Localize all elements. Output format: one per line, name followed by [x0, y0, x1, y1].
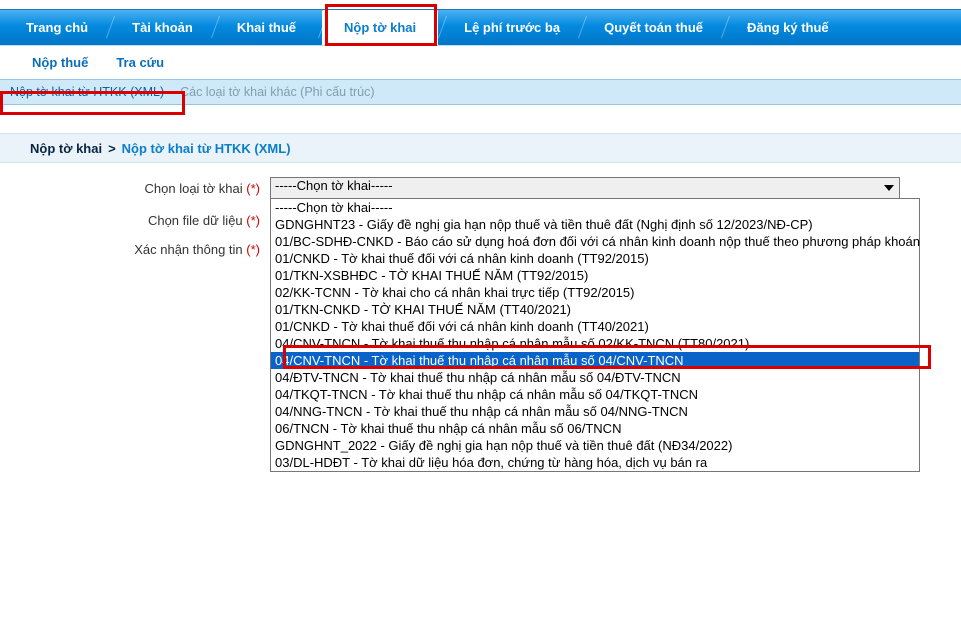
- breadcrumb: Nộp tờ khai > Nộp tờ khai từ HTKK (XML): [0, 133, 961, 163]
- nav-label: Trang chủ: [26, 20, 88, 35]
- nav-khaithue[interactable]: Khai thuế: [215, 10, 318, 45]
- sub-nav: Nộp thuế Tra cứu: [0, 45, 961, 79]
- row-select: Chọn loại tờ khai (*) -----Chọn tờ khai-…: [30, 177, 961, 199]
- required-mark: (*): [246, 242, 260, 257]
- nav-label: Đăng ký thuế: [747, 20, 829, 35]
- nav-label: Lệ phí trước bạ: [464, 20, 560, 35]
- dropdown-option[interactable]: 01/CNKD - Tờ khai thuế đối với cá nhân k…: [271, 318, 919, 335]
- dropdown-declaration-type[interactable]: -----Chọn tờ khai-----GDNGHNT23 - Giấy đ…: [270, 198, 920, 472]
- dropdown-option[interactable]: GDNGHNT23 - Giấy đề nghị gia hạn nộp thu…: [271, 216, 919, 233]
- required-mark: (*): [246, 213, 260, 228]
- nav-label: Khai thuế: [237, 20, 296, 35]
- nav-lephitruocba[interactable]: Lệ phí trước bạ: [442, 10, 582, 45]
- dropdown-option[interactable]: 01/TKN-XSBHĐC - TỜ KHAI THUẾ NĂM (TT92/2…: [271, 267, 919, 284]
- label-select: Chọn loại tờ khai (*): [30, 181, 270, 196]
- required-mark: (*): [246, 181, 260, 196]
- subnav-tracuu[interactable]: Tra cứu: [102, 46, 178, 79]
- label-file: Chọn file dữ liệu (*): [30, 213, 270, 228]
- subnav-nopthue[interactable]: Nộp thuế: [18, 46, 102, 79]
- label-select-text: Chọn loại tờ khai: [145, 181, 243, 196]
- subsub-bar: Nộp tờ khai từ HTKK (XML) Các loại tờ kh…: [0, 79, 961, 105]
- nav-quyettoanthue[interactable]: Quyết toán thuế: [582, 10, 725, 45]
- dropdown-option[interactable]: 04/TKQT-TNCN - Tờ khai thuế thu nhập cá …: [271, 386, 919, 403]
- dropdown-option[interactable]: 04/CNV-TNCN - Tờ khai thuế thu nhập cá n…: [271, 352, 919, 369]
- dropdown-option[interactable]: 01/BC-SDHĐ-CNKD - Báo cáo sử dụng hoá đơ…: [271, 233, 919, 250]
- nav-account[interactable]: Tài khoản: [110, 10, 215, 45]
- nav-label: Quyết toán thuế: [604, 20, 703, 35]
- dropdown-option[interactable]: 04/NNG-TNCN - Tờ khai thuế thu nhập cá n…: [271, 403, 919, 420]
- subsub-other[interactable]: Các loại tờ khai khác (Phi cấu trúc): [172, 85, 382, 99]
- subsub-htkk-xml[interactable]: Nộp tờ khai từ HTKK (XML): [2, 85, 172, 99]
- nav-dangkythue[interactable]: Đăng ký thuế: [725, 10, 851, 45]
- breadcrumb-root: Nộp tờ khai: [30, 141, 102, 156]
- dropdown-option[interactable]: 03/DL-HDĐT - Tờ khai dữ liệu hóa đơn, ch…: [271, 454, 919, 471]
- dropdown-option[interactable]: 01/CNKD - Tờ khai thuế đối với cá nhân k…: [271, 250, 919, 267]
- breadcrumb-sep: >: [102, 141, 122, 156]
- label-file-text: Chọn file dữ liệu: [148, 213, 243, 228]
- label-confirm-text: Xác nhận thông tin: [134, 242, 242, 257]
- nav-home[interactable]: Trang chủ: [4, 10, 110, 45]
- dropdown-option[interactable]: 02/KK-TCNN - Tờ khai cho cá nhân khai tr…: [271, 284, 919, 301]
- dropdown-option[interactable]: 06/TNCN - Tờ khai thuế thu nhập cá nhân …: [271, 420, 919, 437]
- label-confirm: Xác nhận thông tin (*): [30, 242, 270, 257]
- dropdown-option[interactable]: 04/CNV-TNCN - Tờ khai thuế thu nhập cá n…: [271, 335, 919, 352]
- nav-label: Tài khoản: [132, 20, 193, 35]
- nav-nop-to-khai[interactable]: Nộp tờ khai: [322, 10, 438, 45]
- form-area: Chọn loại tờ khai (*) -----Chọn tờ khai-…: [0, 177, 961, 257]
- select-wrap: -----Chọn tờ khai----- -----Chọn tờ khai…: [270, 177, 900, 199]
- dropdown-option[interactable]: GDNGHNT_2022 - Giấy đề nghị gia hạn nộp …: [271, 437, 919, 454]
- select-declaration-type[interactable]: -----Chọn tờ khai-----: [270, 177, 900, 199]
- breadcrumb-current: Nộp tờ khai từ HTKK (XML): [122, 141, 291, 156]
- main-nav: Trang chủ Tài khoản Khai thuế Nộp tờ kha…: [0, 9, 961, 45]
- dropdown-option[interactable]: 04/ĐTV-TNCN - Tờ khai thuế thu nhập cá n…: [271, 369, 919, 386]
- dropdown-option[interactable]: 01/TKN-CNKD - TỜ KHAI THUẾ NĂM (TT40/202…: [271, 301, 919, 318]
- nav-label: Nộp tờ khai: [344, 20, 416, 35]
- dropdown-option[interactable]: -----Chọn tờ khai-----: [271, 199, 919, 216]
